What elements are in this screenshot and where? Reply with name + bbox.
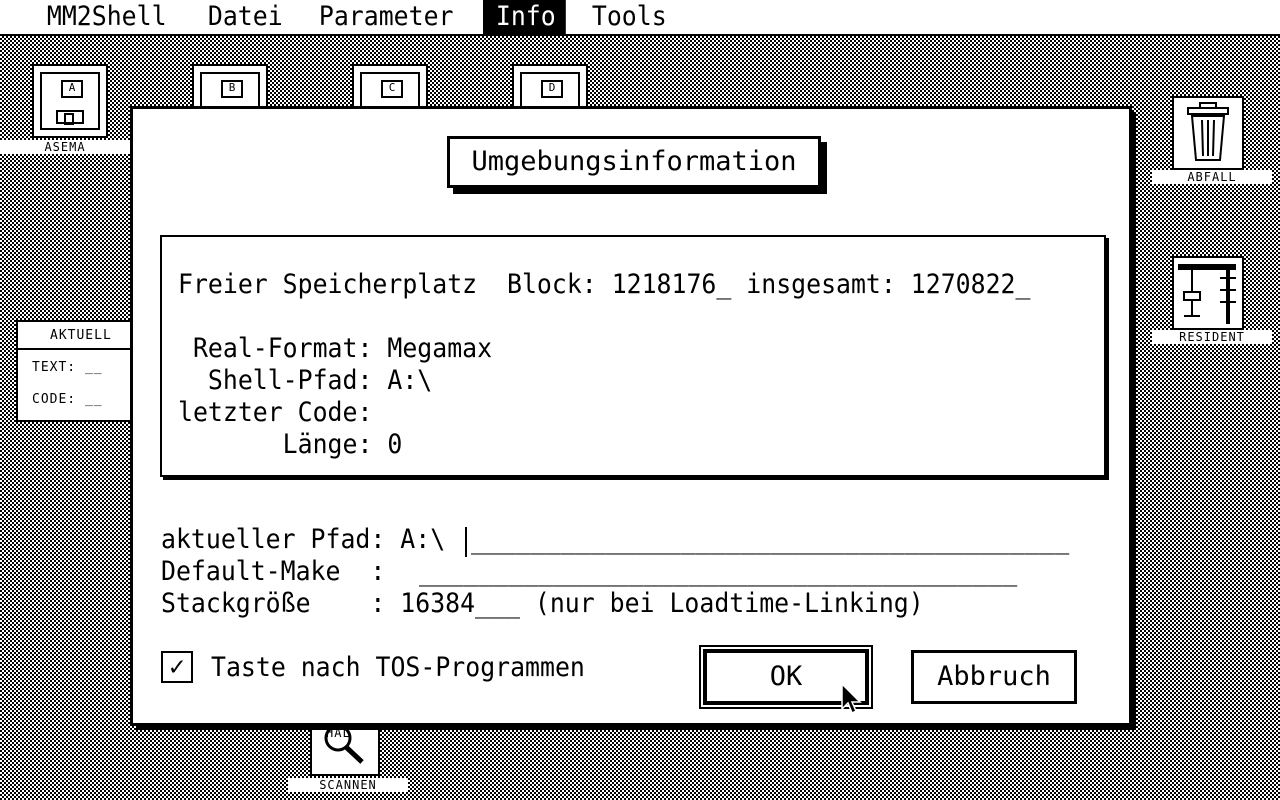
stack-size-field[interactable]: Stackgröße : 16384___ (nur bei Loadtime-… xyxy=(161,588,924,620)
aktuell-window[interactable]: AKTUELL TEXT: __ CODE: __ xyxy=(16,320,136,422)
trash-label: ABFALL xyxy=(1152,170,1272,184)
drive-c-icon[interactable]: C xyxy=(352,64,428,112)
menu-datei[interactable]: Datei xyxy=(195,0,296,34)
info-panel: Freier Speicherplatz Block: 1218176_ ins… xyxy=(160,235,1106,477)
cancel-button[interactable]: Abbruch xyxy=(911,650,1077,704)
tos-key-checkbox[interactable]: ✓ xyxy=(161,651,193,683)
aktuell-text-label: TEXT: __ xyxy=(32,360,103,375)
crane-icon xyxy=(1178,264,1236,324)
menu-parameter[interactable]: Parameter xyxy=(306,0,466,34)
drive-letter: C xyxy=(381,80,403,98)
last-code-info: letzter Code: xyxy=(178,397,373,428)
aktuell-title: AKTUELL xyxy=(18,322,134,350)
magnifier-icon xyxy=(324,724,364,764)
text-cursor xyxy=(465,527,467,557)
environment-info-dialog: Umgebungsinformation Freier Speicherplat… xyxy=(130,106,1132,726)
current-path-input[interactable]: ________________________________________ xyxy=(471,524,1069,556)
trash-icon[interactable] xyxy=(1172,96,1244,170)
menu-info[interactable]: Info xyxy=(483,0,566,34)
tos-key-label: Taste nach TOS-Programmen xyxy=(211,652,585,683)
current-path-label: aktueller Pfad: A:\ xyxy=(161,524,446,555)
menu-mm2shell[interactable]: MM2Shell xyxy=(34,0,179,34)
scan-label: SCANNEN xyxy=(288,778,408,792)
menu-bar: MM2Shell Datei Parameter Info Tools xyxy=(0,0,1280,36)
aktuell-code-label: CODE: __ xyxy=(32,392,103,407)
drive-d-icon[interactable]: D xyxy=(512,64,588,112)
drive-letter: A xyxy=(61,80,83,98)
scan-icon[interactable]: HAL xyxy=(310,722,380,776)
dialog-title: Umgebungsinformation xyxy=(447,136,821,188)
default-make-label: Default-Make : xyxy=(161,556,401,587)
resident-label: RESIDENT xyxy=(1152,330,1272,344)
default-make-input[interactable]: ________________________________________ xyxy=(419,556,1017,588)
drive-b-icon[interactable]: B xyxy=(192,64,268,112)
floppy-icon: A xyxy=(40,72,100,130)
length-info: Länge: 0 xyxy=(178,429,403,460)
drive-a-label: ASEMA xyxy=(0,140,130,154)
mouse-pointer-icon xyxy=(841,683,862,715)
drive-letter: B xyxy=(221,80,243,98)
memory-info: Freier Speicherplatz Block: 1218176_ ins… xyxy=(178,269,1031,300)
drive-letter: D xyxy=(541,80,563,98)
resident-icon[interactable] xyxy=(1172,256,1244,330)
trash-can-icon xyxy=(1187,102,1229,161)
real-format-info: Real-Format: Megamax xyxy=(178,333,493,364)
drive-a-icon[interactable]: A xyxy=(32,64,108,138)
menu-tools[interactable]: Tools xyxy=(579,0,680,34)
shell-path-info: Shell-Pfad: A:\ xyxy=(178,365,433,396)
